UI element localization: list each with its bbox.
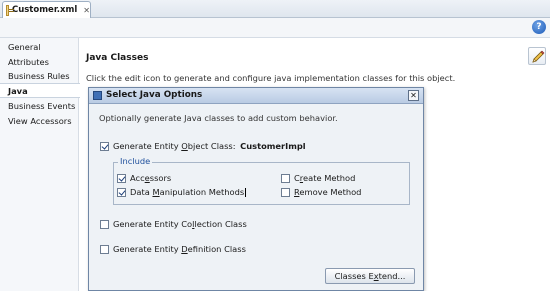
- checkbox-unchecked[interactable]: [100, 244, 109, 254]
- checkbox-label: Create Method: [294, 173, 356, 183]
- remove-method-checkbox[interactable]: Remove Method: [281, 187, 361, 197]
- edit-button[interactable]: [528, 47, 546, 65]
- checkbox-label: Data Manipulation Methods: [130, 187, 247, 197]
- include-group: [113, 162, 410, 205]
- sidebar-item-business-rules[interactable]: Business Rules: [0, 69, 79, 84]
- sidebar-item-general[interactable]: General: [0, 40, 79, 55]
- java-icon: [93, 91, 102, 100]
- data-manipulation-methods-checkbox[interactable]: Data Manipulation Methods: [117, 187, 247, 197]
- accessors-checkbox[interactable]: Accessors: [117, 173, 171, 183]
- editor-tab-bar: Customer.xml ✕: [0, 0, 550, 18]
- dialog-title-bar[interactable]: Select Java Options ✕: [89, 88, 423, 104]
- create-method-checkbox[interactable]: Create Method: [281, 173, 355, 183]
- sidebar-nav: General Attributes Business Rules Java B…: [0, 38, 80, 291]
- select-java-options-dialog: Select Java Options ✕ Optionally generat…: [88, 87, 424, 291]
- page-description: Click the edit icon to generate and conf…: [86, 73, 456, 83]
- checkbox-label: Generate Entity Object Class: CustomerIm…: [113, 141, 306, 151]
- sidebar-item-view-accessors[interactable]: View Accessors: [0, 114, 79, 129]
- gen-object-class-checkbox[interactable]: Generate Entity Object Class: CustomerIm…: [100, 141, 306, 151]
- pencil-icon: [532, 50, 545, 63]
- help-icon[interactable]: ?: [532, 20, 546, 34]
- xml-file-icon: [6, 4, 14, 16]
- tab-customer-xml[interactable]: Customer.xml ✕: [2, 1, 91, 18]
- sidebar-item-business-events[interactable]: Business Events: [0, 99, 79, 114]
- checkbox-label: Generate Entity Definition Class: [113, 244, 246, 254]
- checkbox-unchecked[interactable]: [281, 187, 290, 197]
- checkbox-label: Remove Method: [294, 187, 362, 197]
- page-title: Java Classes: [86, 53, 149, 63]
- checkbox-label: Accessors: [130, 173, 172, 183]
- include-legend: Include: [118, 156, 153, 166]
- dialog-title: Select Java Options: [106, 90, 203, 100]
- checkbox-unchecked[interactable]: [281, 173, 290, 183]
- class-name: CustomerImpl: [240, 141, 306, 151]
- gen-collection-class-checkbox[interactable]: Generate Entity Collection Class: [100, 219, 247, 229]
- sidebar-item-attributes[interactable]: Attributes: [0, 55, 79, 70]
- classes-extend-button[interactable]: Classes Extend...: [325, 268, 415, 284]
- checkbox-unchecked[interactable]: [100, 219, 109, 229]
- editor-toolbar: ?: [0, 18, 550, 38]
- dialog-close-button[interactable]: ✕: [408, 90, 419, 101]
- checkbox-checked[interactable]: [117, 173, 126, 183]
- text-caret: [245, 188, 247, 197]
- close-icon[interactable]: ✕: [83, 6, 90, 15]
- checkbox-checked[interactable]: [100, 141, 109, 151]
- tab-label: Customer.xml: [11, 5, 78, 15]
- sidebar-item-java[interactable]: Java: [0, 83, 80, 98]
- gen-definition-class-checkbox[interactable]: Generate Entity Definition Class: [100, 244, 246, 254]
- dialog-description: Optionally generate Java classes to add …: [99, 113, 338, 123]
- checkbox-label: Generate Entity Collection Class: [113, 219, 247, 229]
- checkbox-checked[interactable]: [117, 187, 126, 197]
